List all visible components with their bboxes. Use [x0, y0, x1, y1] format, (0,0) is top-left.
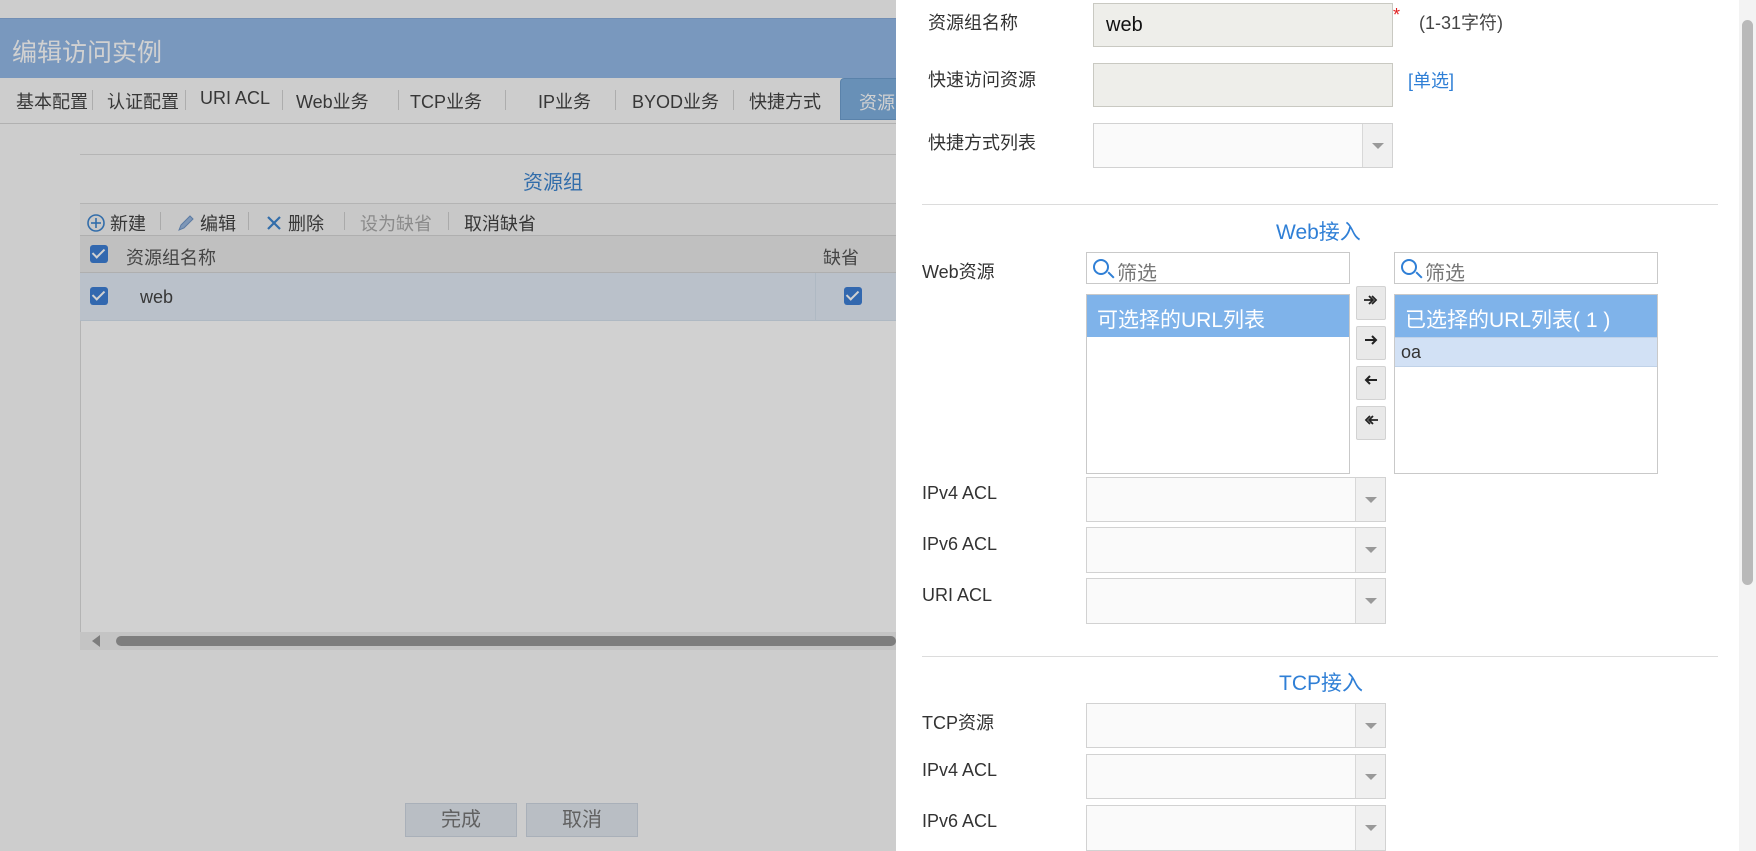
selected-url-list-header: 已选择的URL列表( 1 ): [1395, 295, 1657, 337]
available-filter-placeholder: 筛选: [1117, 263, 1157, 285]
tcp-ipv6-acl-label: IPv6 ACL: [922, 811, 998, 831]
web-resource-label: Web资源: [922, 262, 995, 282]
tcp-access-title: TCP接入: [1279, 672, 1363, 695]
chevron-down-icon[interactable]: [1355, 528, 1385, 572]
web-uri-acl-select[interactable]: [1086, 578, 1386, 624]
web-ipv6-acl-label: IPv6 ACL: [922, 534, 998, 554]
quick-access-input[interactable]: [1093, 63, 1393, 107]
section-divider: [922, 204, 1718, 205]
move-all-left-button[interactable]: [1356, 406, 1386, 440]
move-right-button[interactable]: [1356, 326, 1386, 360]
web-ipv4-acl-label: IPv4 ACL: [922, 483, 998, 503]
list-item[interactable]: oa: [1395, 337, 1657, 367]
available-url-list[interactable]: 可选择的URL列表: [1086, 294, 1350, 474]
selected-url-list-title: 已选择的URL列表( 1 ): [1405, 309, 1611, 332]
selected-filter-input[interactable]: 筛选: [1394, 252, 1658, 285]
chevron-down-icon[interactable]: [1355, 704, 1385, 747]
section-divider: [922, 656, 1718, 657]
single-select-link[interactable]: [单选]: [1408, 67, 1454, 93]
move-all-right-icon: [1364, 295, 1378, 305]
arrow-right-icon: [1365, 335, 1378, 345]
chevron-down-icon[interactable]: [1362, 124, 1392, 167]
available-url-list-title: 可选择的URL列表: [1097, 309, 1266, 332]
list-item-label: oa: [1401, 342, 1422, 362]
move-all-right-button[interactable]: [1356, 286, 1386, 320]
web-uri-acl-label: URI ACL: [922, 585, 993, 605]
group-name-input[interactable]: web: [1093, 3, 1393, 47]
search-icon: [1093, 259, 1109, 275]
web-ipv6-acl-select[interactable]: [1086, 527, 1386, 573]
tcp-resource-label: TCP资源: [922, 713, 994, 733]
chevron-down-icon[interactable]: [1355, 478, 1385, 521]
chevron-down-icon[interactable]: [1355, 579, 1385, 623]
scrollbar-thumb[interactable]: [1742, 20, 1753, 585]
modal-overlay: [0, 0, 896, 851]
quick-access-label: 快速访问资源: [928, 70, 1036, 90]
shortcut-list-select[interactable]: [1093, 123, 1393, 168]
web-access-title: Web接入: [1276, 221, 1361, 244]
move-all-left-icon: [1364, 415, 1378, 425]
chevron-down-icon[interactable]: [1355, 755, 1385, 798]
vertical-scrollbar[interactable]: [1739, 0, 1756, 851]
required-mark: *: [1393, 5, 1401, 25]
group-name-label: 资源组名称: [928, 13, 1018, 33]
tcp-resource-select[interactable]: [1086, 703, 1386, 748]
search-icon: [1401, 259, 1417, 275]
arrow-left-icon: [1364, 375, 1377, 385]
move-left-button[interactable]: [1356, 366, 1386, 400]
chevron-down-icon[interactable]: [1355, 806, 1385, 850]
shortcut-list-label: 快捷方式列表: [928, 133, 1036, 153]
tcp-ipv4-acl-select[interactable]: [1086, 754, 1386, 799]
available-url-list-header: 可选择的URL列表: [1087, 295, 1349, 337]
available-filter-input[interactable]: 筛选: [1086, 252, 1350, 285]
tcp-ipv6-acl-select[interactable]: [1086, 805, 1386, 851]
group-name-hint: (1-31字符): [1419, 13, 1504, 33]
selected-filter-placeholder: 筛选: [1425, 263, 1465, 285]
group-name-value: web: [1106, 14, 1143, 36]
web-ipv4-acl-select[interactable]: [1086, 477, 1386, 522]
selected-url-list[interactable]: 已选择的URL列表( 1 ) oa: [1394, 294, 1658, 474]
tcp-ipv4-acl-label: IPv4 ACL: [922, 760, 998, 780]
